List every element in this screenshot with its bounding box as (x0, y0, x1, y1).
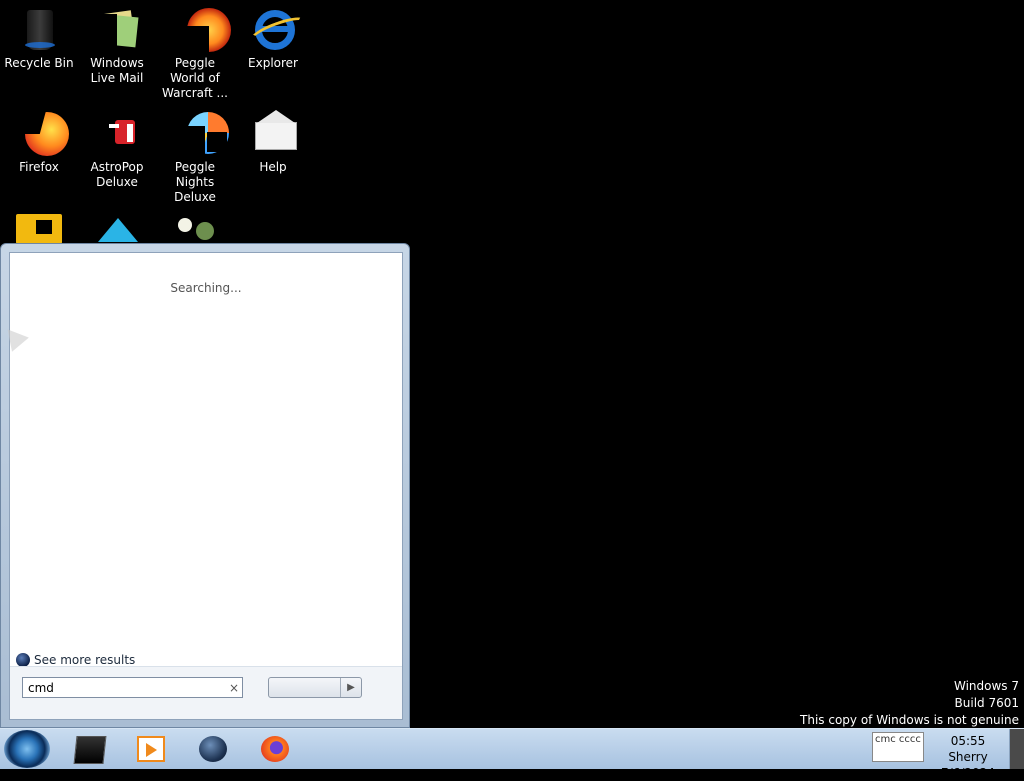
start-button[interactable] (4, 730, 50, 768)
desktop-icon-label: Windows Live Mail (90, 56, 144, 85)
app-icon (16, 214, 62, 244)
desktop-icon-label: Peggle Nights Deluxe (174, 160, 216, 204)
firefox-icon (15, 110, 69, 158)
desktop-icon-label: Firefox (19, 160, 59, 174)
app-icon (98, 218, 138, 242)
system-clock[interactable]: 05:55 Sherry 7/6/2024 (930, 733, 1006, 781)
show-desktop-button[interactable] (1009, 729, 1024, 769)
desktop-icon-help[interactable]: Help (234, 110, 312, 175)
tray-notification-icon[interactable]: cmc cccc (872, 732, 924, 762)
desktop-icon-label: Help (259, 160, 287, 174)
shutdown-button[interactable]: ▶ (268, 677, 362, 698)
start-menu: Searching... See more results cmd × ▶ (0, 243, 410, 728)
firefox-icon (261, 736, 289, 762)
recycle-bin-icon (15, 6, 63, 54)
desktop-icon-label: Recycle Bin (4, 56, 74, 70)
taskbar-item-explorer[interactable] (60, 732, 114, 766)
desktop-icon-partial-1[interactable] (16, 214, 62, 244)
desktop-icon-astropop[interactable]: AstroPop Deluxe (78, 110, 156, 190)
peggle-wow-icon (171, 6, 231, 54)
taskbar-item-network-globe[interactable] (184, 732, 238, 766)
astropop-icon (93, 110, 141, 158)
search-results-pane: Searching... See more results cmd × ▶ (9, 252, 403, 720)
help-envelope-icon (249, 110, 297, 158)
watermark-os: Windows 7 (953, 679, 1019, 693)
windows-watermark: Windows 7 Build 7601 This copy of Window… (800, 678, 1019, 729)
see-more-results-link[interactable]: See more results (16, 653, 135, 667)
desktop-icon-partial-3[interactable] (172, 214, 220, 244)
globe-icon (199, 736, 227, 762)
desktop-icon-explorer[interactable]: Explorer (234, 6, 312, 71)
watermark-genuine-notice: This copy of Windows is not genuine (800, 713, 1019, 727)
searching-status: Searching... (170, 281, 242, 295)
taskbar: cmc cccc 05:55 Sherry 7/6/2024 (0, 728, 1024, 780)
desktop-icon-windows-live-mail[interactable]: Windows Live Mail (78, 6, 156, 86)
tray-notification-text: cmc cccc (875, 734, 921, 745)
desktop-icon-partial-2[interactable] (98, 218, 138, 244)
peggle-nights-icon (171, 110, 229, 158)
desktop-icon-label: Peggle World of Warcraft ... (162, 56, 228, 100)
start-search-input[interactable]: cmd × (22, 677, 243, 698)
shutdown-button-label (269, 678, 340, 697)
desktop-icon-recycle-bin[interactable]: Recycle Bin (0, 6, 78, 71)
search-strip: cmd × ▶ (10, 666, 402, 719)
taskbar-item-media-player[interactable] (122, 732, 176, 766)
internet-explorer-icon (248, 6, 308, 54)
desktop-icon-peggle-wow[interactable]: Peggle World of Warcraft ... (156, 6, 234, 101)
desktop-icon-label: Explorer (248, 56, 298, 70)
watermark-build: Build 7601 (954, 696, 1019, 710)
desktop-icon-label: AstroPop Deluxe (90, 160, 144, 189)
shutdown-options-arrow-icon[interactable]: ▶ (340, 678, 361, 697)
clear-search-icon[interactable]: × (226, 681, 242, 695)
media-player-icon (137, 736, 165, 762)
windows-orb-icon (16, 653, 30, 667)
clock-date: 7/6/2024 (941, 766, 995, 780)
see-more-results-label: See more results (34, 653, 136, 667)
search-input-value: cmd (28, 680, 54, 695)
taskbar-item-firefox[interactable] (246, 732, 300, 766)
flower-icon (172, 214, 220, 244)
folder-window-icon (73, 736, 107, 764)
desktop-icon-peggle-nights[interactable]: Peggle Nights Deluxe (156, 110, 234, 205)
desktop-icon-firefox[interactable]: Firefox (0, 110, 78, 175)
clock-time: 05:55 Sherry (948, 734, 988, 764)
windows-live-mail-icon (93, 6, 141, 54)
